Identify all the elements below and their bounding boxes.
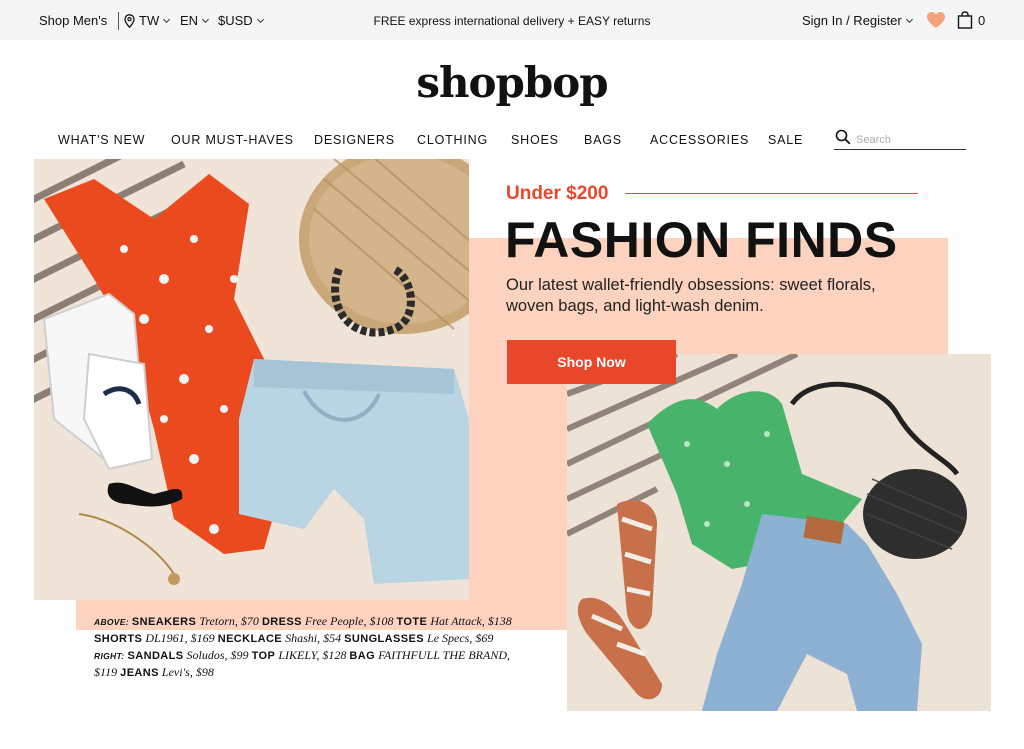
credit-name[interactable]: TOTE (397, 616, 428, 628)
nav-our-must-haves[interactable]: OUR MUST-HAVES (171, 133, 294, 147)
credits-line: RIGHT: SANDALS Soludos, $99 TOP LIKELY, … (94, 647, 534, 681)
eyebrow-divider (625, 193, 918, 194)
credit-detail: Levi's, $98 (161, 665, 214, 679)
hero-image-right[interactable] (567, 354, 991, 711)
utility-bar: Shop Men's TW EN $USD FREE express inter… (0, 0, 1024, 40)
credit-detail: LIKELY, $128 (278, 648, 347, 662)
nav-clothing[interactable]: CLOTHING (417, 133, 488, 147)
sign-in-link[interactable]: Sign In / Register (802, 13, 914, 28)
bag-count[interactable]: 0 (978, 13, 985, 28)
credit-detail: Shashi, $54 (285, 631, 342, 645)
nav-shoes[interactable]: SHOES (511, 133, 559, 147)
credit-detail: DL1961, $169 (145, 631, 215, 645)
credit-detail: Hat Attack, $138 (430, 614, 512, 628)
nav-accessories[interactable]: ACCESSORIES (650, 133, 749, 147)
credit-detail: Soludos, $99 (186, 648, 249, 662)
hero-accent-strip (466, 356, 567, 630)
credit-name[interactable]: SUNGLASSES (344, 633, 424, 645)
hero-subcopy: Our latest wallet-friendly obsessions: s… (506, 276, 876, 315)
heart-icon[interactable] (926, 11, 946, 29)
flat-lay-illustration-left (34, 159, 469, 600)
credit-detail: Free People, $108 (304, 614, 394, 628)
credit-name[interactable]: SANDALS (128, 650, 184, 662)
search-icon[interactable] (835, 129, 851, 145)
credit-name[interactable]: BAG (349, 650, 375, 662)
credit-name[interactable]: SNEAKERS (132, 616, 196, 628)
credit-name[interactable]: SHORTS (94, 633, 142, 645)
credits-label-above: ABOVE: (94, 617, 129, 627)
flat-lay-illustration-right (567, 354, 991, 711)
shopping-bag-icon[interactable] (957, 11, 973, 29)
credits-label-right: RIGHT: (94, 651, 125, 661)
shop-now-button[interactable]: Shop Now (507, 340, 676, 384)
hero-eyebrow: Under $200 (506, 183, 609, 204)
credit-name[interactable]: JEANS (120, 667, 159, 679)
credit-name[interactable]: DRESS (262, 616, 302, 628)
credit-detail: Le Specs, $69 (427, 631, 494, 645)
nav-whats-new[interactable]: WHAT'S NEW (58, 133, 145, 147)
nav-sale[interactable]: SALE (768, 133, 803, 147)
sign-in-label: Sign In / Register (802, 13, 902, 28)
credits-line: ABOVE: SNEAKERS Tretorn, $70 DRESS Free … (94, 613, 534, 630)
chevron-down-icon (905, 18, 913, 24)
credit-name[interactable]: NECKLACE (218, 633, 282, 645)
nav-bags[interactable]: BAGS (584, 133, 622, 147)
credits-line: SHORTS DL1961, $169 NECKLACE Shashi, $54… (94, 630, 534, 647)
nav-designers[interactable]: DESIGNERS (314, 133, 395, 147)
search-input[interactable] (856, 132, 960, 148)
search-box (834, 128, 966, 150)
hero-image-left[interactable] (34, 159, 469, 600)
credit-detail: Tretorn, $70 (199, 614, 259, 628)
hero-headline: FASHION FINDS (505, 212, 898, 268)
product-credits: ABOVE: SNEAKERS Tretorn, $70 DRESS Free … (94, 613, 534, 681)
shopbop-logo[interactable]: shopbop (0, 58, 1024, 107)
credit-name[interactable]: TOP (252, 650, 276, 662)
